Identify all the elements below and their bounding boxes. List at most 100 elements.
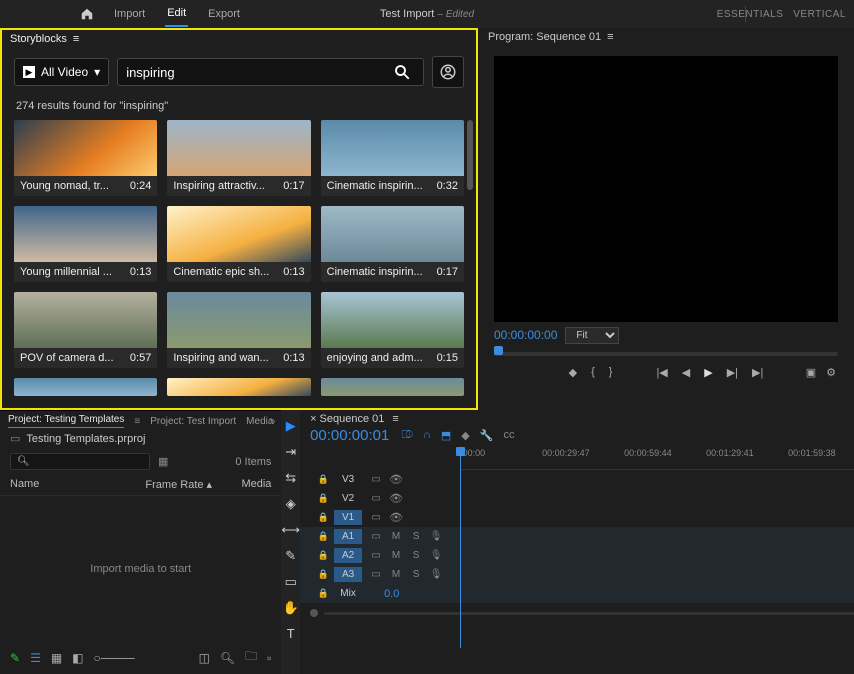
voiceover-icon[interactable]: 🎙 bbox=[426, 550, 446, 561]
zoom-handle-left[interactable] bbox=[310, 609, 318, 617]
new-bin-icon[interactable]: 🗀 bbox=[245, 647, 257, 668]
playhead-icon[interactable] bbox=[494, 346, 503, 355]
home-icon[interactable] bbox=[80, 7, 94, 21]
col-framerate[interactable]: Frame Rate bbox=[145, 479, 203, 491]
lock-icon[interactable]: 🔒 bbox=[312, 512, 334, 523]
icon-view-icon[interactable]: ▦ bbox=[51, 651, 62, 665]
step-forward-icon[interactable]: ▶| bbox=[727, 366, 738, 379]
result-thumb[interactable]: Young millennial ... 0:13 bbox=[14, 206, 157, 282]
search-icon[interactable] bbox=[389, 63, 415, 81]
pen-tool-icon[interactable]: ✎ bbox=[285, 548, 296, 564]
list-view-icon[interactable]: ☰ bbox=[30, 651, 41, 665]
audio-track[interactable]: 🔒 A1 ▭ M S 🎙 bbox=[300, 527, 854, 546]
result-thumb[interactable]: Inspiring and wan... 0:13 bbox=[167, 292, 310, 368]
result-thumb[interactable] bbox=[321, 378, 464, 396]
panel-menu-icon[interactable]: ≡ bbox=[73, 33, 79, 45]
voiceover-icon[interactable]: 🎙 bbox=[426, 569, 446, 580]
mix-track[interactable]: 🔒 Mix 0.0 ⊩ bbox=[300, 584, 854, 603]
toggle-output-icon[interactable]: ▭ bbox=[366, 531, 386, 542]
lock-icon[interactable]: 🔒 bbox=[312, 531, 334, 542]
lock-icon[interactable]: 🔒 bbox=[312, 588, 334, 599]
timeline-timecode[interactable]: 00:00:00:01 bbox=[310, 427, 389, 444]
time-ruler[interactable]: :00:00 00:00:29:47 00:00:59:44 00:01:29:… bbox=[460, 448, 854, 470]
go-to-out-icon[interactable]: ▶| bbox=[752, 366, 763, 379]
voiceover-icon[interactable]: 🎙 bbox=[426, 531, 446, 542]
freeform-view-icon[interactable]: ◧ bbox=[72, 651, 83, 665]
lock-icon[interactable]: 🔒 bbox=[312, 550, 334, 561]
track-label[interactable]: V2 bbox=[334, 491, 362, 506]
audio-track[interactable]: 🔒 A3 ▭ M S 🎙 bbox=[300, 565, 854, 584]
eye-icon[interactable]: 👁 bbox=[386, 473, 406, 486]
hand-tool-icon[interactable]: ✋ bbox=[283, 600, 299, 616]
program-monitor[interactable] bbox=[494, 56, 838, 322]
column-headers[interactable]: Name Frame Rate▴ Media bbox=[0, 474, 281, 496]
find-icon[interactable]: 🔍︎ bbox=[220, 651, 235, 665]
ripple-edit-tool-icon[interactable]: ⇆ bbox=[285, 470, 296, 486]
type-tool-icon[interactable]: T bbox=[287, 626, 295, 641]
panel-menu-icon[interactable]: ≡ bbox=[392, 413, 398, 425]
add-marker-icon[interactable]: ◆ bbox=[569, 366, 577, 379]
selection-tool-icon[interactable]: ▶ bbox=[286, 418, 296, 434]
track-label[interactable]: V3 bbox=[334, 472, 362, 487]
track-select-tool-icon[interactable]: ⇥ bbox=[285, 444, 296, 460]
video-track[interactable]: 🔒 V1 ▭ 👁 bbox=[300, 508, 854, 527]
slip-tool-icon[interactable]: ⟷ bbox=[281, 522, 300, 538]
menu-export[interactable]: Export bbox=[206, 2, 242, 26]
workspace-vertical[interactable]: VERTICAL bbox=[793, 9, 846, 20]
menu-import[interactable]: Import bbox=[112, 2, 147, 26]
settings-icon[interactable]: ⚙ bbox=[826, 366, 836, 379]
write-mode-icon[interactable]: ✎ bbox=[10, 651, 20, 665]
sequence-tab[interactable]: × Sequence 01 bbox=[310, 413, 384, 425]
project-search[interactable]: 🔍︎ bbox=[10, 453, 150, 470]
toggle-output-icon[interactable]: ▭ bbox=[366, 474, 386, 485]
video-track[interactable]: 🔒 V2 ▭ 👁 bbox=[300, 489, 854, 508]
settings-icon[interactable]: ◆ bbox=[461, 429, 469, 442]
go-to-in-icon[interactable]: |◀ bbox=[656, 366, 667, 379]
scrollbar[interactable] bbox=[467, 120, 473, 190]
track-label[interactable]: A2 bbox=[334, 548, 362, 563]
mute-toggle[interactable]: M bbox=[386, 569, 406, 580]
audio-track[interactable]: 🔒 A2 ▭ M S 🎙 bbox=[300, 546, 854, 565]
result-thumb[interactable]: POV of camera d... 0:57 bbox=[14, 292, 157, 368]
zoom-fit-select[interactable]: Fit bbox=[565, 327, 619, 344]
workspace-tabs[interactable]: ESSENTIALS VERTICAL bbox=[717, 9, 846, 20]
wrench-icon[interactable]: 🔧 bbox=[480, 429, 494, 442]
media-type-filter[interactable]: ▶ All Video ▾ bbox=[14, 58, 109, 86]
video-track[interactable]: 🔒 V3 ▭ 👁 bbox=[300, 470, 854, 489]
mute-toggle[interactable]: M bbox=[386, 531, 406, 542]
result-thumb[interactable]: Cinematic inspirin... 0:17 bbox=[321, 206, 464, 282]
track-label[interactable]: V1 bbox=[334, 510, 362, 525]
project-tab-2[interactable]: Project: Test Import bbox=[150, 416, 236, 427]
new-bin-icon[interactable]: ▦ bbox=[158, 455, 168, 468]
mark-out-icon[interactable]: } bbox=[609, 366, 613, 379]
menu-edit[interactable]: Edit bbox=[165, 1, 188, 27]
lock-icon[interactable]: 🔒 bbox=[312, 474, 334, 485]
toggle-output-icon[interactable]: ▭ bbox=[366, 569, 386, 580]
solo-toggle[interactable]: S bbox=[406, 569, 426, 580]
col-name[interactable]: Name bbox=[10, 478, 145, 491]
program-timecode[interactable]: 00:00:00:00 bbox=[494, 328, 557, 342]
new-item-icon[interactable]: ▫ bbox=[267, 651, 271, 665]
track-label[interactable]: A3 bbox=[334, 567, 362, 582]
mark-in-icon[interactable]: { bbox=[591, 366, 595, 379]
rectangle-tool-icon[interactable]: ▭ bbox=[285, 574, 297, 590]
workspace-essentials[interactable]: ESSENTIALS bbox=[717, 9, 784, 20]
project-empty-message[interactable]: Import media to start bbox=[0, 496, 281, 641]
result-thumb[interactable] bbox=[14, 378, 157, 396]
snap-icon[interactable]: ⎄ bbox=[401, 429, 413, 442]
lock-icon[interactable]: 🔒 bbox=[312, 569, 334, 580]
result-thumb[interactable]: Inspiring attractiv... 0:17 bbox=[167, 120, 310, 196]
toggle-output-icon[interactable]: ▭ bbox=[366, 550, 386, 561]
program-scrubber[interactable] bbox=[494, 346, 838, 358]
result-thumb[interactable]: Cinematic epic sh... 0:13 bbox=[167, 206, 310, 282]
panel-menu-icon[interactable]: ≡ bbox=[607, 31, 613, 43]
result-thumb[interactable] bbox=[167, 378, 310, 396]
razor-tool-icon[interactable]: ◈ bbox=[286, 496, 296, 512]
account-button[interactable] bbox=[432, 56, 464, 88]
eye-icon[interactable]: 👁 bbox=[386, 492, 406, 505]
program-tab[interactable]: Program: Sequence 01 bbox=[488, 31, 601, 43]
timeline-playhead[interactable] bbox=[460, 448, 461, 648]
panel-menu-icon[interactable]: ≡ bbox=[134, 416, 140, 427]
lock-icon[interactable]: 🔒 bbox=[312, 493, 334, 504]
play-icon[interactable]: ▶ bbox=[704, 366, 712, 379]
